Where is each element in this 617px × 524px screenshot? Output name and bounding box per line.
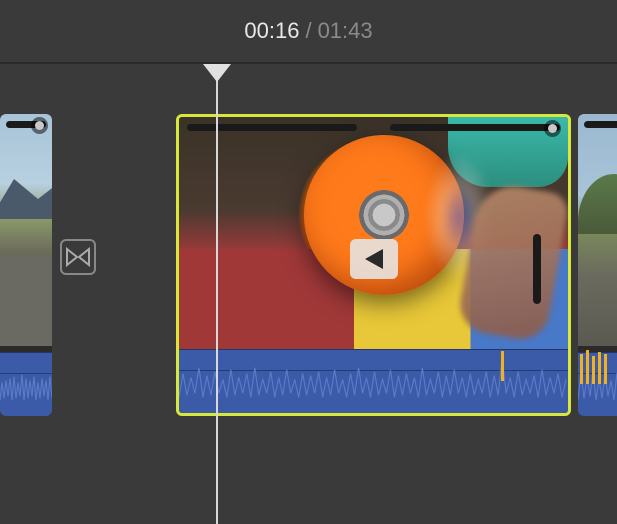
audio-peak-marker [501,351,504,381]
transition-crossfade-icon [66,247,90,267]
audio-track[interactable] [0,352,52,416]
playhead-line[interactable] [216,64,218,524]
clip-selected[interactable] [176,114,571,416]
clip-thumbnail [179,117,568,349]
reverse-play-icon [363,247,385,271]
transition-button[interactable] [60,239,96,275]
clip-thumbnail [0,114,52,346]
audio-track[interactable] [179,349,568,413]
clip-previous[interactable] [0,114,52,416]
clip-next[interactable] [578,114,617,416]
clip-edge-handle[interactable] [533,234,541,304]
reverse-playback-badge[interactable] [350,239,398,279]
audio-peak-marker [580,354,583,384]
clip-trim-bar-left[interactable] [187,124,357,131]
time-separator: / [305,18,311,44]
clip-thumbnail [578,114,617,346]
timecode-display: 00:16 / 01:43 [0,0,617,62]
current-time: 00:16 [244,18,299,44]
timeline[interactable] [0,64,617,524]
audio-peak-marker [598,352,601,384]
audio-peak-marker [604,354,607,384]
audio-peak-marker [592,356,595,384]
keyframe-marker[interactable] [31,117,48,134]
clip-trim-bar[interactable] [584,121,617,128]
clip-trim-bar-right[interactable] [390,124,560,131]
audio-track[interactable] [578,352,617,416]
total-duration: 01:43 [318,18,373,44]
keyframe-marker[interactable] [544,120,561,137]
audio-peak-marker [586,350,589,384]
playhead-handle[interactable] [203,64,231,89]
